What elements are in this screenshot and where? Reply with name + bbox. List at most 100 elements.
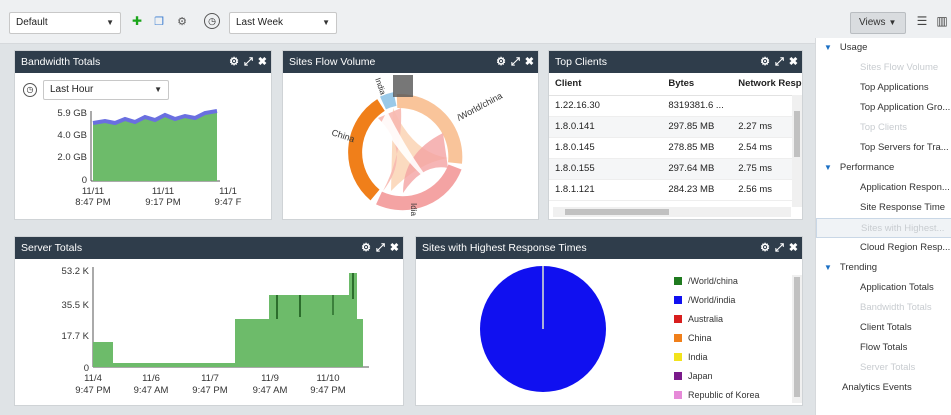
vertical-scrollbar[interactable]	[792, 275, 802, 403]
sidebar-item-top-servers[interactable]: Top Servers for Tra...	[816, 138, 951, 158]
views-button[interactable]: Views ▼	[850, 12, 906, 34]
legend-item[interactable]: Japan	[674, 366, 760, 385]
column-header[interactable]: Network Resp	[732, 73, 802, 96]
clients-table: Client Bytes Network Resp 1.22.16.30 831…	[549, 73, 802, 201]
legend-item[interactable]: /World/china	[674, 271, 760, 290]
table-row[interactable]: 1.8.0.145 278.85 MB 2.54 ms	[549, 137, 802, 159]
expand-icon[interactable]: ⤢	[511, 51, 520, 73]
sidebar-item-bandwidth-totals[interactable]: Bandwidth Totals	[816, 298, 951, 318]
sidebar-item-flow-totals[interactable]: Flow Totals	[816, 338, 951, 358]
chevron-down-icon: ▼	[322, 18, 330, 27]
flow-label: /World/china	[455, 91, 504, 123]
close-icon[interactable]: ✖	[525, 51, 534, 73]
legend-item[interactable]: /World/india	[674, 290, 760, 309]
close-icon[interactable]: ✖	[789, 51, 798, 73]
clock-icon: ◷	[23, 83, 37, 97]
table-cell: 1.8.0.155	[549, 158, 663, 180]
sidebar-item-analytics-events[interactable]: Analytics Events	[816, 378, 951, 398]
gear-icon[interactable]: ⚙	[229, 51, 239, 73]
panel-title: Server Totals	[21, 242, 83, 254]
sidebar-item-cloud-region-response[interactable]: Cloud Region Resp...	[816, 238, 951, 258]
chord-arc	[348, 99, 386, 201]
sidebar-group-label: Performance	[839, 162, 895, 173]
table-cell: 297.64 MB	[662, 158, 733, 180]
expand-icon[interactable]: ⤢	[244, 51, 253, 73]
chevron-down-icon: ▼	[106, 18, 114, 27]
gear-icon[interactable]: ⚙	[175, 14, 189, 28]
scroll-thumb[interactable]	[794, 111, 800, 157]
table-cell: 1.8.0.141	[549, 116, 663, 138]
legend-item[interactable]: Republic of Korea	[674, 385, 760, 404]
expand-icon[interactable]: ⤢	[775, 51, 784, 73]
y-tick-label: 35.5 K	[62, 300, 90, 311]
sidebar-item-application-response[interactable]: Application Respon...	[816, 178, 951, 198]
panel-title: Bandwidth Totals	[21, 56, 101, 68]
toolbar: Default ▼ ✚ ❐ ⚙ ◷ Last Week ▼ Views ▼ ☰ ▥	[0, 0, 951, 44]
flow-label: China	[330, 127, 355, 144]
vertical-scrollbar[interactable]	[792, 95, 802, 207]
legend-item[interactable]: Australia	[674, 309, 760, 328]
close-icon[interactable]: ✖	[258, 51, 267, 73]
sidebar-group-label: Usage	[839, 42, 868, 53]
sidebar-item-server-totals[interactable]: Server Totals	[816, 358, 951, 378]
sidebar-item-top-application-groups[interactable]: Top Application Gro...	[816, 98, 951, 118]
table-row[interactable]: 1.8.0.141 297.85 MB 2.27 ms	[549, 116, 802, 138]
gear-icon[interactable]: ⚙	[496, 51, 506, 73]
data-bar	[357, 319, 363, 367]
column-header[interactable]: Client	[549, 73, 663, 96]
sidebar-item-site-response-time[interactable]: Site Response Time	[816, 198, 951, 218]
column-header[interactable]: Bytes	[662, 73, 733, 96]
time-range-select[interactable]: Last Week ▼	[229, 12, 337, 34]
copy-icon[interactable]: ❐	[152, 14, 166, 28]
sidebar-item-application-totals[interactable]: Application Totals	[816, 278, 951, 298]
data-bar	[235, 319, 269, 367]
x-tick-label: 9:17 PM	[145, 197, 180, 208]
dashboard-select[interactable]: Default ▼	[9, 12, 121, 34]
sidebar-item-top-clients[interactable]: Top Clients	[816, 118, 951, 138]
add-icon[interactable]: ✚	[130, 14, 144, 28]
expand-icon[interactable]: ⤢	[376, 237, 385, 259]
gear-icon[interactable]: ⚙	[760, 51, 770, 73]
sidebar-group-performance[interactable]: ▼ Performance	[816, 158, 951, 178]
close-icon[interactable]: ✖	[390, 237, 399, 259]
gear-icon[interactable]: ⚙	[760, 237, 770, 259]
horizontal-scrollbar[interactable]	[553, 207, 791, 217]
panel-header: Top Clients ⚙ ⤢ ✖	[549, 51, 802, 73]
sidebar-item-client-totals[interactable]: Client Totals	[816, 318, 951, 338]
response-pie-chart	[480, 266, 606, 392]
collapse-triangle-icon: ▼	[824, 43, 832, 52]
sidebar-item-sites-flow-volume[interactable]: Sites Flow Volume	[816, 58, 951, 78]
close-icon[interactable]: ✖	[789, 237, 798, 259]
scroll-thumb[interactable]	[794, 277, 800, 397]
legend-swatch	[674, 371, 682, 380]
gear-icon[interactable]: ⚙	[361, 237, 371, 259]
data-bar	[113, 363, 235, 367]
collapse-triangle-icon: ▼	[824, 163, 832, 172]
flow-chord-chart: China /World/china India Idia	[330, 75, 504, 216]
scroll-thumb[interactable]	[565, 209, 669, 215]
chord-arc	[380, 92, 397, 110]
list-view-icon[interactable]: ☰	[915, 14, 929, 28]
x-tick-label: 11/1	[219, 186, 237, 197]
column-view-icon[interactable]: ▥	[935, 14, 949, 28]
range-select[interactable]: Last Hour ▼	[43, 80, 169, 100]
legend-item[interactable]: India	[674, 347, 760, 366]
expand-icon[interactable]: ⤢	[775, 237, 784, 259]
chevron-down-icon: ▼	[888, 18, 897, 27]
y-tick-label: 4.0 GB	[57, 130, 87, 141]
table-row[interactable]: 1.8.0.155 297.64 MB 2.75 ms	[549, 158, 802, 180]
sidebar-item-top-applications[interactable]: Top Applications	[816, 78, 951, 98]
bandwidth-chart: 5.9 GB 4.0 GB 2.0 GB 0 11/11 8:47 PM 11/…	[57, 108, 241, 208]
sidebar-group-trending[interactable]: ▼ Trending	[816, 258, 951, 278]
panel-tools: ⚙ ⤢ ✖	[361, 237, 399, 259]
legend-label: /World/china	[688, 275, 738, 286]
legend-label: /World/india	[688, 294, 736, 305]
table-row[interactable]: 1.8.1.121 284.23 MB 2.56 ms	[549, 179, 802, 201]
legend-item[interactable]: China	[674, 328, 760, 347]
sidebar-item-sites-highest-response[interactable]: Sites with Highest...	[816, 218, 951, 238]
table-cell: 284.23 MB	[662, 179, 733, 201]
table-row[interactable]: 1.22.16.30 8319381.6 ...	[549, 95, 802, 117]
sidebar-group-usage[interactable]: ▼ Usage	[816, 38, 951, 58]
flow-label: Idia	[409, 203, 418, 216]
y-tick-label: 17.7 K	[62, 331, 90, 342]
